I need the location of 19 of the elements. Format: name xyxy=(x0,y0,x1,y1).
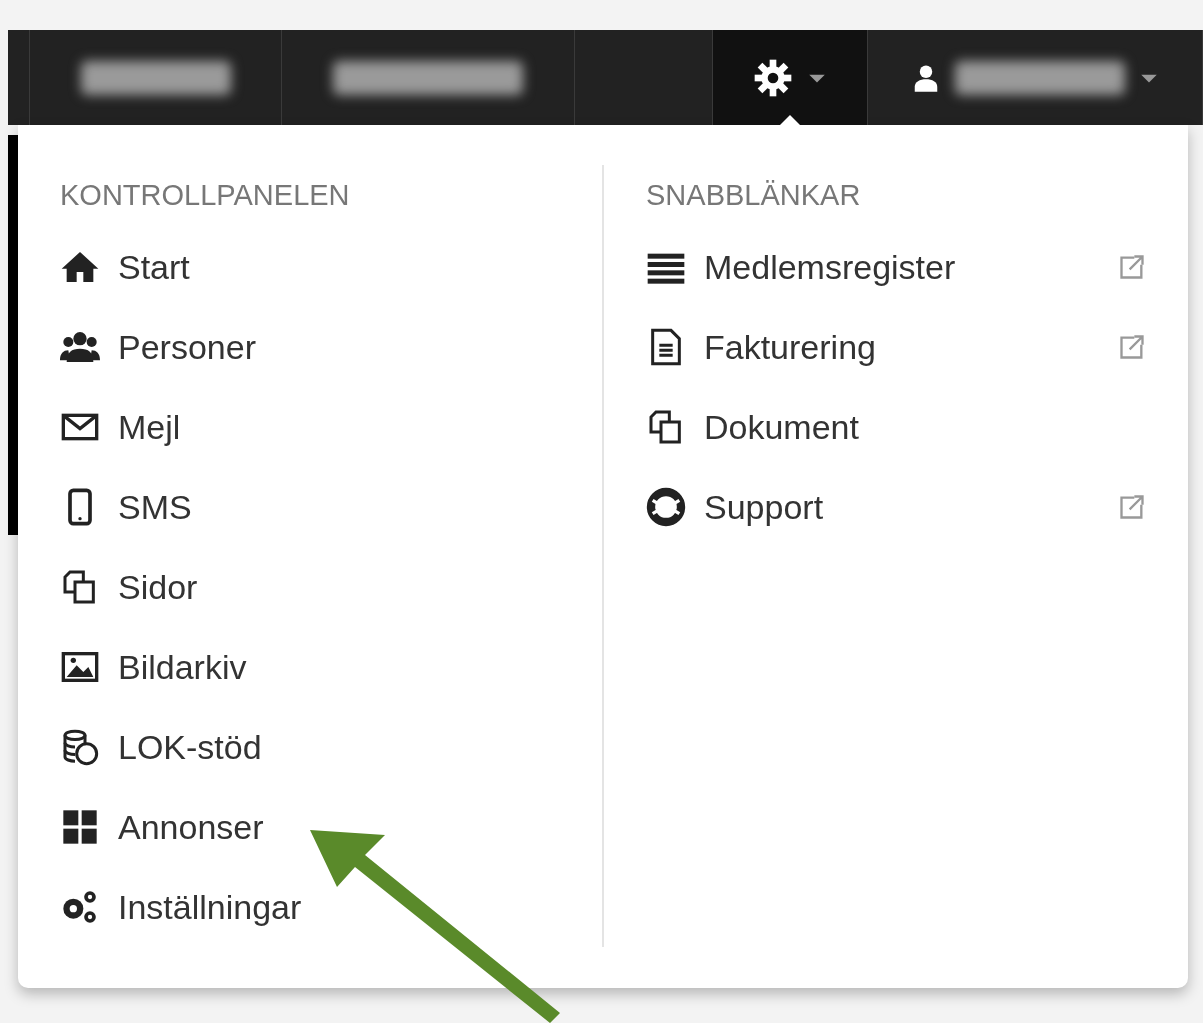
section-heading: SNABBLÄNKAR xyxy=(646,178,862,213)
menu-item[interactable]: Medlemsregister xyxy=(646,227,1146,307)
menu-item[interactable]: Inställningar xyxy=(60,867,562,947)
menu-item[interactable]: Support xyxy=(646,467,1146,547)
menu-item[interactable]: LOK-stöd xyxy=(60,707,562,787)
grid-icon xyxy=(60,807,100,847)
nav-item[interactable] xyxy=(713,30,868,125)
lifebuoy-icon xyxy=(646,487,686,527)
menu-item[interactable]: SMS xyxy=(60,467,562,547)
menu-item[interactable]: Annonser xyxy=(60,787,562,867)
section-heading: KONTROLLPANELEN xyxy=(60,178,351,213)
gear-icon xyxy=(753,57,793,98)
menu-item[interactable]: Sidor xyxy=(60,547,562,627)
menu-item[interactable]: Bildarkiv xyxy=(60,627,562,707)
menu-item[interactable]: Start xyxy=(60,227,562,307)
menu-item[interactable]: Mejl xyxy=(60,387,562,467)
menu-item[interactable]: Fakturering xyxy=(646,307,1146,387)
menu-item[interactable]: Dokument xyxy=(646,387,1146,467)
menu-item[interactable]: Personer xyxy=(60,307,562,387)
